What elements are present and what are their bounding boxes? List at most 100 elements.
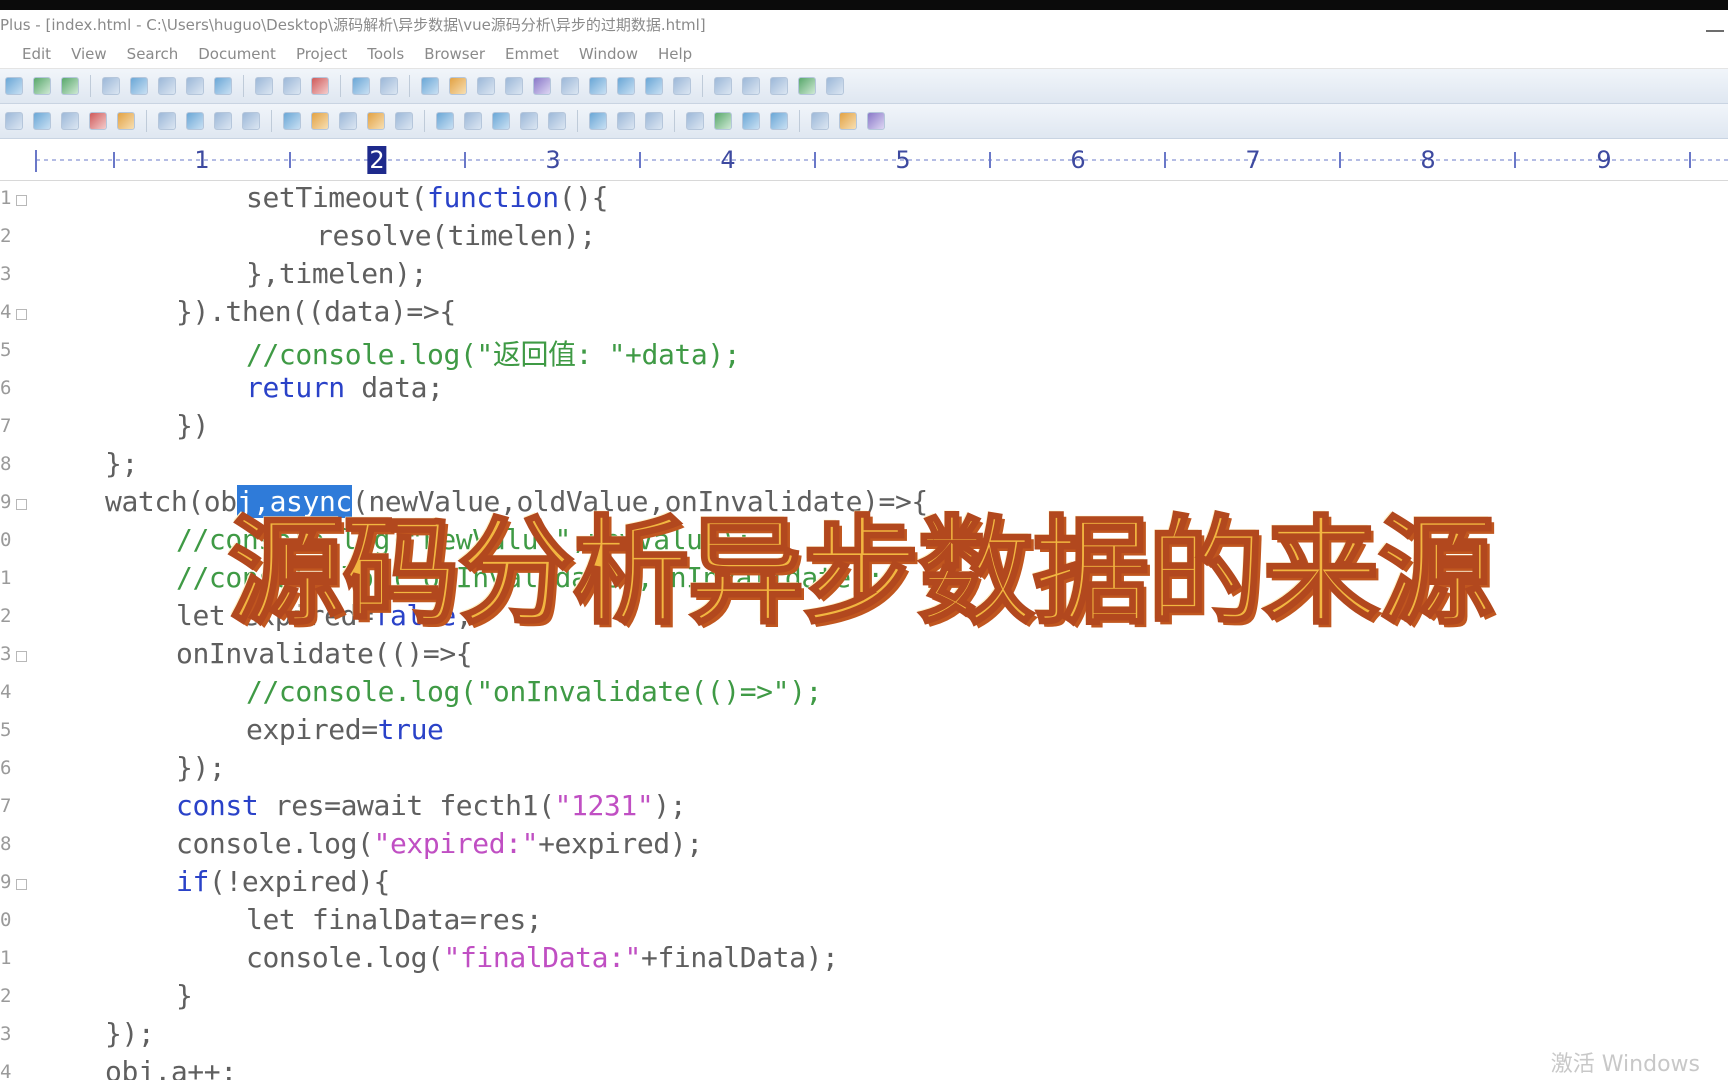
bookmark-icon[interactable]	[449, 77, 467, 95]
view-icon[interactable]	[589, 77, 607, 95]
replace-icon[interactable]	[214, 77, 232, 95]
code-line[interactable]: setTimeout(function(){	[246, 181, 608, 214]
code-token: console.log(	[246, 941, 444, 974]
menu-emmet[interactable]: Emmet	[505, 45, 559, 63]
menu-help[interactable]: Help	[658, 45, 692, 63]
window-list-icon[interactable]	[770, 77, 788, 95]
comment-icon[interactable]	[367, 112, 385, 130]
redo-icon[interactable]	[380, 77, 398, 95]
code-line[interactable]: expired=true	[246, 713, 444, 746]
highlight-icon[interactable]	[117, 112, 135, 130]
find-icon[interactable]	[186, 77, 204, 95]
code-line[interactable]: let finalData=res;	[246, 903, 543, 936]
menu-edit[interactable]: Edit	[22, 45, 51, 63]
window-tile-icon[interactable]	[714, 77, 732, 95]
validate-icon[interactable]	[686, 112, 704, 130]
style-icon[interactable]	[645, 112, 663, 130]
code-line[interactable]: };	[105, 447, 138, 480]
code-token: },timelen);	[246, 257, 428, 290]
open-file-icon[interactable]	[33, 77, 51, 95]
code-line[interactable]: }	[176, 979, 193, 1012]
search-icon[interactable]	[770, 112, 788, 130]
css-icon[interactable]	[811, 112, 829, 130]
form-icon[interactable]	[548, 112, 566, 130]
minimize-icon[interactable]	[1706, 18, 1724, 32]
code-line[interactable]: //console.log("onInvalidate(()=>");	[246, 675, 822, 708]
special-char-icon[interactable]	[395, 112, 413, 130]
browser-preview-icon[interactable]	[533, 77, 551, 95]
copy-icon[interactable]	[283, 77, 301, 95]
fold-toggle-icon[interactable]	[16, 879, 27, 890]
print-icon[interactable]	[130, 77, 148, 95]
code-line[interactable]: },timelen);	[246, 257, 427, 290]
code-line[interactable]: })	[176, 409, 209, 442]
code-line[interactable]: }).then((data)=>{	[176, 295, 456, 328]
code-token: if	[176, 865, 209, 898]
code-line[interactable]: //console.log("返回值: "+data);	[246, 333, 741, 373]
menu-browser[interactable]: Browser	[424, 45, 485, 63]
underline-icon[interactable]	[61, 112, 79, 130]
unindent-icon[interactable]	[505, 77, 523, 95]
menu-window[interactable]: Window	[579, 45, 638, 63]
menu-tools[interactable]: Tools	[367, 45, 404, 63]
code-token: +finalData);	[641, 941, 839, 974]
fold-toggle-icon[interactable]	[16, 195, 27, 206]
indent-icon[interactable]	[477, 77, 495, 95]
menu-view[interactable]: View	[71, 45, 107, 63]
ruler-ticks	[35, 150, 1728, 172]
table-column-icon[interactable]	[492, 112, 510, 130]
code-line[interactable]: obj.a++;	[105, 1055, 237, 1080]
column-view-icon[interactable]	[645, 77, 663, 95]
image-icon[interactable]	[283, 112, 301, 130]
print-preview-icon[interactable]	[102, 77, 120, 95]
line-break-icon[interactable]	[242, 112, 260, 130]
split-view-icon[interactable]	[617, 77, 635, 95]
delete-icon[interactable]	[311, 77, 329, 95]
undo-icon[interactable]	[352, 77, 370, 95]
code-line[interactable]: if(!expired){	[176, 865, 390, 898]
fold-toggle-icon[interactable]	[16, 309, 27, 320]
menu-project[interactable]: Project	[296, 45, 347, 63]
anchor-icon[interactable]	[186, 112, 204, 130]
tag-list-icon[interactable]	[742, 112, 760, 130]
list-icon[interactable]	[520, 112, 538, 130]
go-to-icon[interactable]	[421, 77, 439, 95]
line-number: 5	[0, 339, 12, 361]
color-picker-icon[interactable]	[311, 112, 329, 130]
tidy-icon[interactable]	[714, 112, 732, 130]
code-line[interactable]: console.log("finalData:"+finalData);	[246, 941, 839, 974]
italic-icon[interactable]	[33, 112, 51, 130]
window-cascade-icon[interactable]	[742, 77, 760, 95]
code-line[interactable]: });	[105, 1017, 155, 1050]
menu-document[interactable]: Document	[198, 45, 276, 63]
paragraph-icon[interactable]	[214, 112, 232, 130]
check-icon[interactable]	[826, 77, 844, 95]
table-row-icon[interactable]	[464, 112, 482, 130]
bold-icon[interactable]	[5, 112, 23, 130]
fold-toggle-icon[interactable]	[16, 499, 27, 510]
font-color-icon[interactable]	[89, 112, 107, 130]
frame-icon[interactable]	[589, 112, 607, 130]
table-icon[interactable]	[436, 112, 454, 130]
word-wrap-icon[interactable]	[561, 77, 579, 95]
cut-icon[interactable]	[255, 77, 273, 95]
horizontal-rule-icon[interactable]	[339, 112, 357, 130]
code-line[interactable]: resolve(timelen);	[316, 219, 596, 252]
code-line[interactable]: return data;	[246, 371, 444, 404]
new-file-icon[interactable]	[5, 77, 23, 95]
edit-icon[interactable]	[798, 77, 816, 95]
code-line[interactable]: console.log("expired:"+expired);	[176, 827, 703, 860]
zoom-icon[interactable]	[673, 77, 691, 95]
folder-icon[interactable]	[839, 112, 857, 130]
code-line[interactable]: const res=await fecth1("1231");	[176, 789, 687, 822]
preview-icon[interactable]	[867, 112, 885, 130]
code-line[interactable]: });	[176, 751, 226, 784]
ruler-number: 1	[194, 146, 210, 174]
menu-search[interactable]: Search	[127, 45, 179, 63]
save-icon[interactable]	[61, 77, 79, 95]
link-icon[interactable]	[158, 112, 176, 130]
spell-check-icon[interactable]	[158, 77, 176, 95]
fold-toggle-icon[interactable]	[16, 651, 27, 662]
code-token: setTimeout(	[246, 181, 428, 214]
script-icon[interactable]	[617, 112, 635, 130]
